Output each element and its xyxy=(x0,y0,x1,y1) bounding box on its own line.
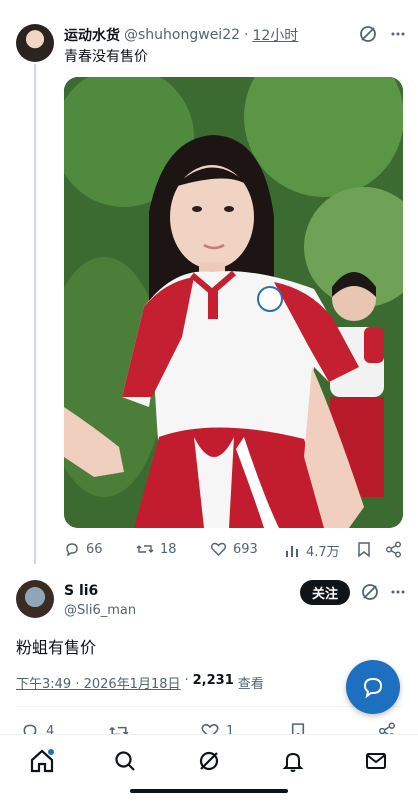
reply-icon xyxy=(64,541,80,557)
views-action[interactable]: 4.7万 xyxy=(284,541,340,560)
retweet-count: 18 xyxy=(160,541,177,557)
reply-author-name[interactable]: S li6 xyxy=(64,583,98,599)
like-action[interactable]: 693 xyxy=(210,541,258,557)
retweet-icon xyxy=(136,541,154,557)
retweet-action[interactable]: 18 xyxy=(136,541,177,557)
compose-button[interactable] xyxy=(346,660,400,714)
tweet-text: 青春没有售价 xyxy=(64,49,148,65)
share-icon[interactable] xyxy=(385,541,402,558)
bookmark-icon[interactable] xyxy=(357,541,371,558)
reply-action[interactable]: 66 xyxy=(64,541,103,557)
timestamp-dot: · xyxy=(184,673,189,688)
thread-line xyxy=(34,64,36,564)
reply-view-count: 2,231 xyxy=(192,673,234,688)
mail-icon xyxy=(364,749,388,773)
reply-avatar[interactable] xyxy=(16,580,54,618)
nav-messages[interactable] xyxy=(356,745,396,777)
reply-text: 粉蛆有售价 xyxy=(16,638,97,657)
tweet-image[interactable] xyxy=(64,77,403,528)
nav-search[interactable] xyxy=(105,745,145,777)
nav-grok[interactable] xyxy=(189,745,229,777)
reply-author-handle[interactable]: @Sli6_man xyxy=(64,603,136,618)
separator: · xyxy=(244,27,249,43)
chat-icon xyxy=(361,675,385,699)
author-name[interactable]: 运动水货 xyxy=(64,25,120,45)
divider xyxy=(16,706,402,707)
reply-view-label: 查看 xyxy=(237,677,264,692)
nav-notifications[interactable] xyxy=(273,745,313,777)
grok-icon xyxy=(197,749,221,773)
author-avatar[interactable] xyxy=(16,24,54,62)
search-icon xyxy=(113,749,137,773)
like-icon xyxy=(210,541,227,557)
like-count: 693 xyxy=(233,541,258,557)
home-indicator xyxy=(130,789,288,793)
more-icon[interactable] xyxy=(390,26,406,42)
photo-illustration xyxy=(64,77,403,528)
reply-timestamp[interactable]: 下午3:49 · 2026年1月18日 xyxy=(16,673,181,692)
reply-count: 66 xyxy=(86,541,103,557)
tweet-time[interactable]: 12小时 xyxy=(252,25,298,45)
author-handle[interactable]: @shuhongwei22 xyxy=(124,27,240,43)
home-notification-dot xyxy=(48,749,54,755)
bottom-nav xyxy=(0,734,418,801)
reply-more-icon[interactable] xyxy=(390,584,406,600)
bell-icon xyxy=(281,749,305,773)
follow-button[interactable]: 关注 xyxy=(300,580,350,605)
grok-icon[interactable] xyxy=(358,24,378,44)
views-icon xyxy=(284,543,300,559)
nav-home[interactable] xyxy=(22,745,62,777)
reply-grok-icon[interactable] xyxy=(360,582,380,602)
views-count: 4.7万 xyxy=(306,545,340,560)
